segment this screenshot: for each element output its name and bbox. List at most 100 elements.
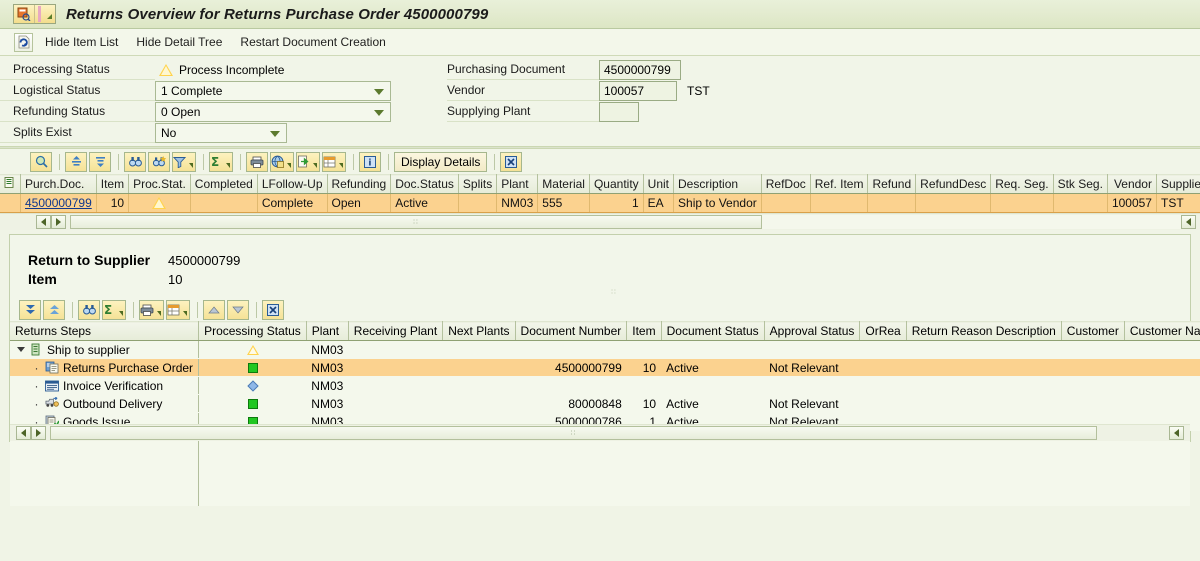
scroll-left-end-button[interactable]	[1181, 215, 1196, 229]
chevron-down-icon[interactable]	[226, 162, 230, 168]
title-icon-group[interactable]	[13, 4, 56, 24]
tree-cell-approval_status[interactable]	[764, 340, 860, 359]
tree-cell-item[interactable]: 10	[626, 358, 662, 377]
chevron-down-icon[interactable]	[374, 110, 384, 116]
tree-cell-processing_status[interactable]	[198, 358, 307, 377]
item-column-header-selector[interactable]	[0, 174, 21, 194]
chevron-down-icon[interactable]	[270, 131, 280, 137]
item-column-header-req_seg[interactable]: Req. Seg.	[990, 174, 1054, 194]
item-cell-refdoc[interactable]	[761, 193, 811, 213]
returns-steps-tree[interactable]: Returns Steps Processing Status Plant Recei…	[10, 321, 1200, 431]
total-button[interactable]: Σ	[102, 299, 126, 320]
logistical-status-select[interactable]: 1 Complete	[155, 81, 391, 101]
item-column-header-unit[interactable]: Unit	[643, 174, 675, 194]
tree-cell-plant[interactable]: NM03	[306, 340, 349, 359]
expander-toggle[interactable]	[16, 345, 25, 354]
print-button[interactable]	[246, 151, 268, 172]
tree-row[interactable]: · Outbound Delivery NM03 80000848 10 Active No…	[10, 394, 1200, 413]
tree-column-header-return_reason_description[interactable]: Return Reason Description	[906, 321, 1062, 341]
tree-cell-document_number[interactable]	[515, 376, 627, 395]
scroll-left-end-button[interactable]	[1169, 426, 1184, 440]
display-details-button[interactable]: Display Details	[394, 151, 488, 172]
item-cell-req_seg[interactable]	[990, 193, 1054, 213]
tree-cell-receiving_plant[interactable]	[348, 358, 443, 377]
tree-cell-customer_name[interactable]	[1124, 340, 1200, 359]
export-button[interactable]	[296, 151, 320, 172]
tree-cell-or_rea[interactable]	[859, 376, 907, 395]
tree-cell-processing_status[interactable]	[198, 394, 307, 413]
item-cell-refunding[interactable]: Open	[327, 193, 392, 213]
hscroll-track[interactable]	[762, 215, 1181, 229]
refunding-status-select[interactable]: 0 Open	[155, 102, 391, 122]
tree-column-header-approval_status[interactable]: Approval Status	[764, 321, 861, 341]
close-button[interactable]	[500, 151, 523, 172]
filter-button[interactable]	[172, 151, 196, 172]
expand-all-button[interactable]	[19, 299, 41, 320]
tree-column-header-item[interactable]: Item	[626, 321, 662, 341]
menu-dropdown-icon[interactable]	[35, 5, 55, 23]
tree-cell-receiving_plant[interactable]	[348, 376, 443, 395]
tree-cell-document_number[interactable]: 4500000799	[515, 358, 627, 377]
tree-cell-document_status[interactable]: Active	[661, 394, 765, 413]
info-button[interactable]: i	[359, 151, 381, 172]
item-cell-splits[interactable]	[458, 193, 498, 213]
item-cell-plant[interactable]: NM03	[496, 193, 539, 213]
tree-hscrollbar[interactable]: ∷	[10, 424, 1190, 441]
local-view-button[interactable]	[270, 151, 294, 172]
item-cell-supplier_name[interactable]: TST	[1156, 193, 1200, 213]
item-list-hscrollbar[interactable]: ∷	[0, 213, 1200, 230]
scroll-left-button[interactable]	[16, 426, 31, 440]
tree-cell-step[interactable]: Ship to supplier	[10, 340, 200, 359]
tree-cell-document_number[interactable]: 80000848	[515, 394, 627, 413]
vendor-input[interactable]: 100057	[599, 81, 677, 101]
print-button[interactable]	[139, 299, 164, 320]
item-column-header-refunding[interactable]: Refunding	[327, 174, 392, 194]
item-cell-unit[interactable]: EA	[643, 193, 675, 213]
scroll-left-button[interactable]	[36, 215, 51, 229]
item-column-header-proc_stat[interactable]: Proc.Stat.	[128, 174, 191, 194]
tree-cell-customer_name[interactable]	[1124, 358, 1200, 377]
chevron-down-icon[interactable]	[313, 162, 317, 168]
tree-column-header-plant[interactable]: Plant	[306, 321, 349, 341]
tree-cell-processing_status[interactable]	[198, 340, 307, 359]
item-list-grid[interactable]: Purch.Doc. Item Proc.Stat. Completed LFollow…	[0, 174, 1200, 213]
tree-row[interactable]: · Returns Purchase Order NM03 4500000799 10 A…	[10, 358, 1200, 377]
tree-cell-approval_status[interactable]: Not Relevant	[764, 358, 860, 377]
item-column-header-vendor[interactable]: Vendor	[1107, 174, 1157, 194]
item-cell-refund[interactable]	[867, 193, 917, 213]
tree-column-header-document_status[interactable]: Document Status	[661, 321, 765, 341]
item-cell-item[interactable]: 10	[96, 193, 130, 213]
tree-cell-next_plants[interactable]	[442, 358, 516, 377]
tree-cell-step[interactable]: · Invoice Verification	[10, 376, 200, 395]
tree-column-header-customer[interactable]: Customer	[1061, 321, 1125, 341]
scroll-right-button[interactable]	[51, 215, 66, 229]
item-cell-refund_desc[interactable]	[915, 193, 992, 213]
tree-cell-customer[interactable]	[1061, 394, 1125, 413]
tree-cell-item[interactable]	[626, 340, 662, 359]
tree-row[interactable]: ·Invoice VerificationNM0310005	[10, 376, 1200, 395]
item-cell-material[interactable]: 555	[537, 193, 590, 213]
restart-document-creation-button[interactable]: Restart Document Creation	[240, 35, 385, 49]
tree-cell-item[interactable]: 10	[626, 394, 662, 413]
tree-cell-step[interactable]: · Returns Purchase Order	[10, 358, 200, 377]
tree-cell-return_reason_description[interactable]	[906, 358, 1062, 377]
item-column-header-refund[interactable]: Refund	[867, 174, 917, 194]
tree-column-header-processing_status[interactable]: Processing Status	[198, 321, 307, 341]
tree-cell-approval_status[interactable]	[764, 376, 860, 395]
item-cell-doc_status[interactable]: Active	[390, 193, 459, 213]
close-button[interactable]	[262, 299, 284, 320]
tree-cell-or_rea[interactable]	[859, 394, 907, 413]
tree-hscroll-thumb[interactable]: ∷	[50, 426, 1097, 440]
refresh-document-icon[interactable]	[14, 32, 33, 52]
tree-cell-approval_status[interactable]: Not Relevant	[764, 394, 860, 413]
tree-column-header-receiving_plant[interactable]: Receiving Plant	[348, 321, 444, 341]
tree-cell-document_status[interactable]	[661, 340, 765, 359]
tree-column-header-step[interactable]: Returns Steps	[10, 321, 200, 341]
tree-cell-plant[interactable]: NM03	[306, 358, 349, 377]
item-cell-description[interactable]: Ship to Vendor	[673, 193, 762, 213]
tree-cell-plant[interactable]: NM03	[306, 376, 349, 395]
item-column-header-description[interactable]: Description	[673, 174, 762, 194]
item-column-header-refdoc[interactable]: RefDoc	[761, 174, 811, 194]
tree-cell-return_reason_description[interactable]	[906, 394, 1062, 413]
chevron-down-icon[interactable]	[189, 162, 193, 168]
